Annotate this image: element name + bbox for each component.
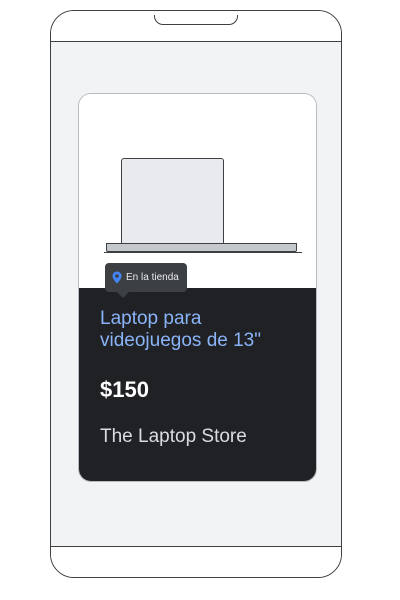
product-card[interactable]: En la tienda Laptop para videojuegos de … (78, 93, 317, 482)
product-price: $150 (100, 377, 149, 402)
phone-frame: En la tienda Laptop para videojuegos de … (50, 10, 342, 578)
store-name: The Laptop Store (100, 426, 247, 447)
phone-speaker (154, 15, 238, 25)
product-title[interactable]: Laptop para videojuegos de 13" (100, 308, 305, 352)
laptop-illustration-surface (104, 252, 302, 253)
phone-top-bezel (51, 11, 341, 42)
phone-screen: En la tienda Laptop para videojuegos de … (51, 42, 341, 547)
in-store-badge: En la tienda (105, 263, 187, 298)
product-image[interactable] (79, 94, 316, 288)
in-store-badge-label: En la tienda (126, 271, 179, 283)
laptop-illustration-screen (121, 158, 224, 243)
phone-bottom-bezel (51, 546, 341, 577)
product-details: Laptop para videojuegos de 13" $150 The … (79, 288, 316, 481)
laptop-illustration-base (106, 243, 297, 252)
location-pin-icon (112, 271, 122, 284)
